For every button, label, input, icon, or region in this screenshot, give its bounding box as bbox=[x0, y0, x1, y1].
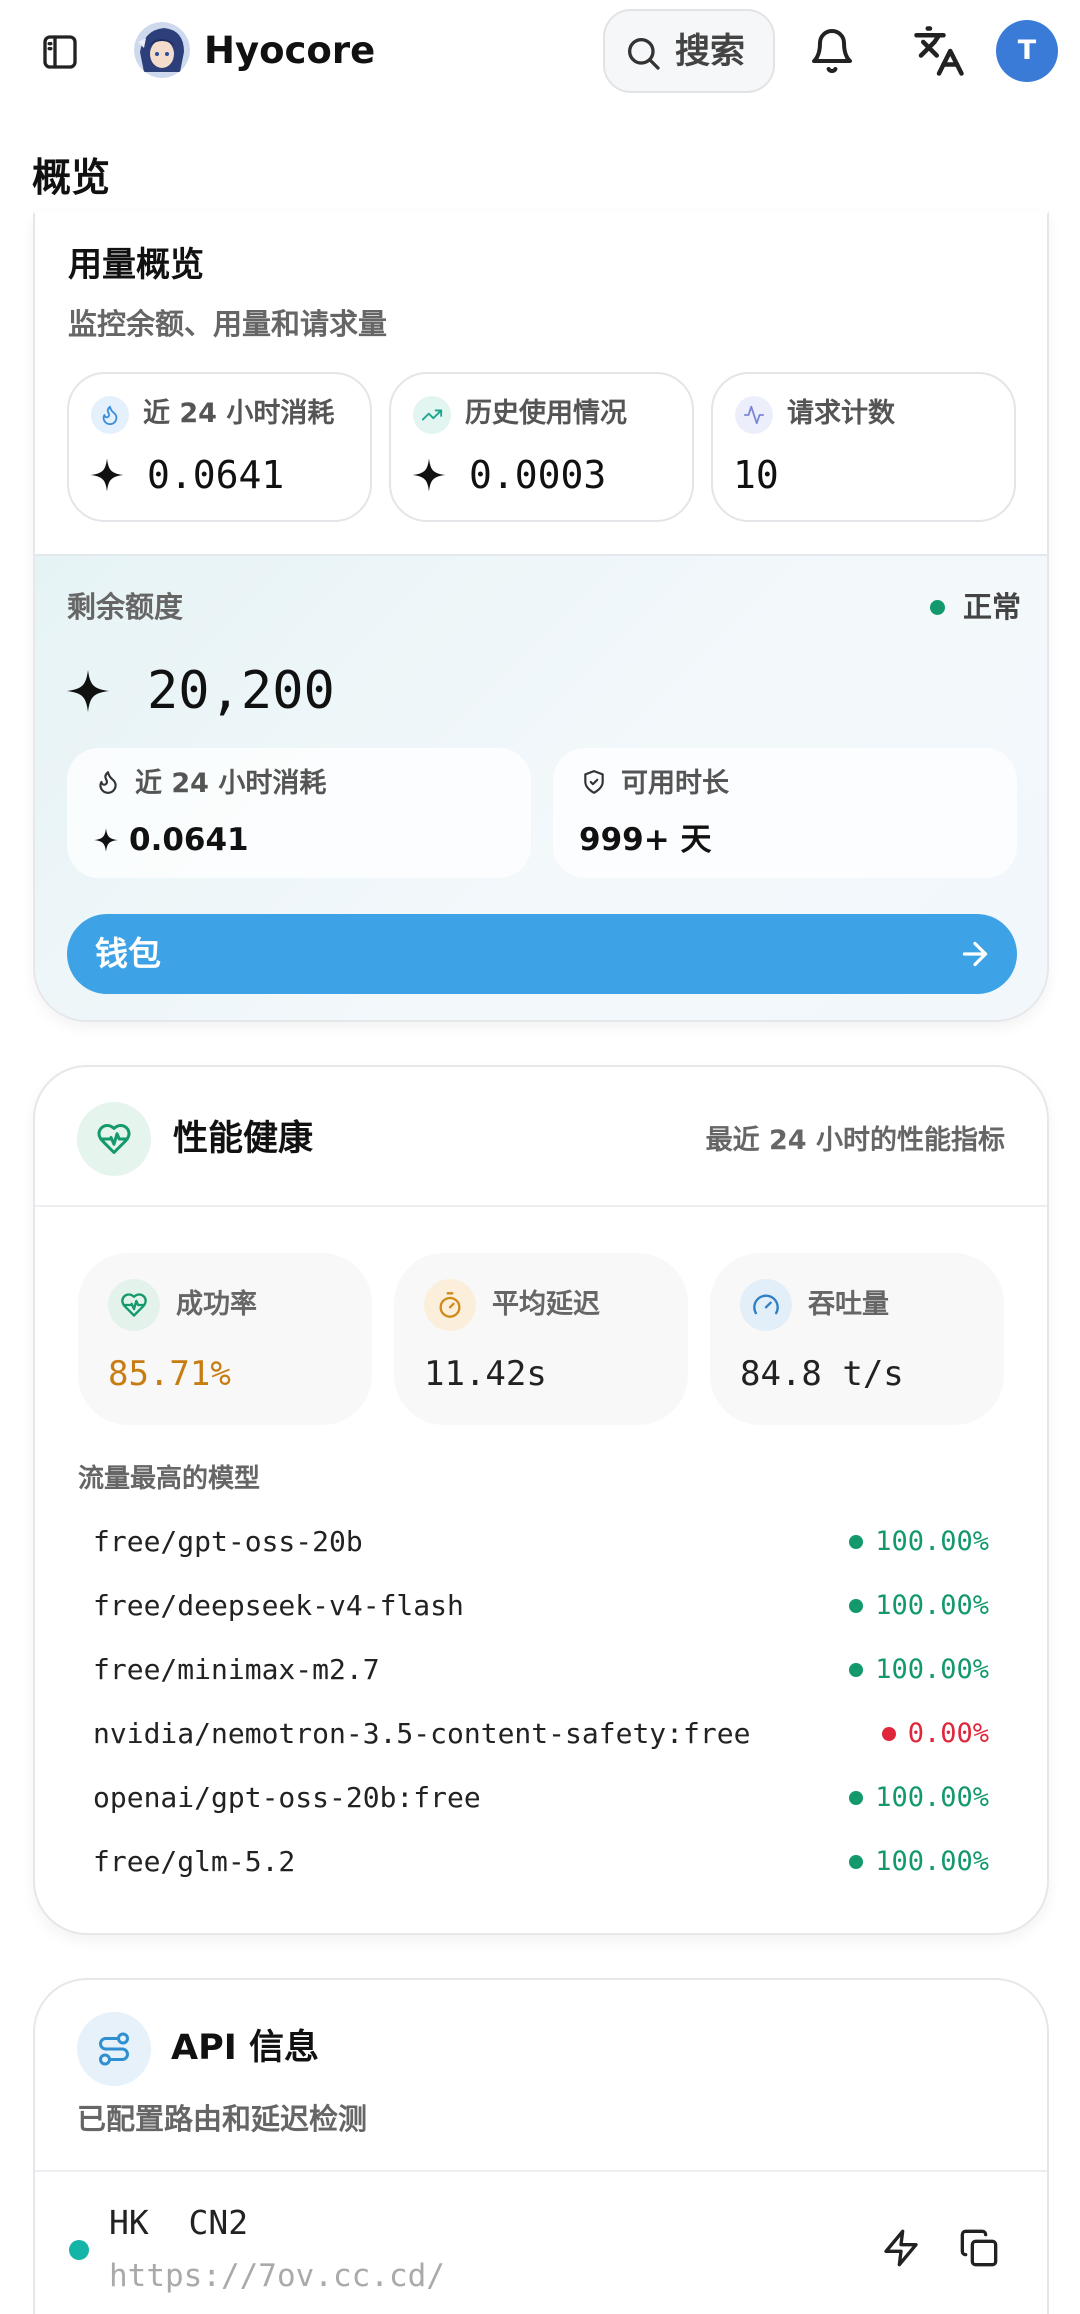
api-title: API 信息 bbox=[171, 2028, 319, 2068]
search-label: 搜索 bbox=[675, 32, 746, 72]
stat-label: 历史使用情况 bbox=[465, 398, 627, 429]
model-row: free/gpt-oss-20b 100.00% bbox=[93, 1517, 989, 1567]
performance-header: 性能健康 最近 24 小时的性能指标 bbox=[35, 1067, 1047, 1207]
status-dot bbox=[849, 1663, 864, 1677]
model-row: free/minimax-m2.7 100.00% bbox=[93, 1645, 989, 1695]
api-subtitle: 已配置路由和延迟检测 bbox=[77, 2102, 368, 2136]
consumption-label: 近 24 小时消耗 bbox=[135, 768, 327, 799]
balance-section: 剩余额度 正常 20,200 近 24 小时消耗 0.0641 可用时长 999… bbox=[35, 554, 1047, 1020]
top-bar: Hyocore 搜索 T bbox=[0, 0, 1080, 102]
activity-icon bbox=[735, 396, 773, 434]
model-rate: 100.00% bbox=[849, 1649, 989, 1691]
status-dot bbox=[881, 1727, 896, 1741]
metric-value: 11.42s bbox=[424, 1354, 547, 1394]
arrow-right-icon bbox=[962, 941, 988, 967]
status-dot bbox=[849, 1791, 864, 1805]
credit-sparkle-icon bbox=[66, 669, 110, 713]
heart-pulse-icon bbox=[77, 1102, 151, 1176]
metric-success-rate: 成功率 85.71% bbox=[78, 1253, 372, 1425]
performance-title: 性能健康 bbox=[173, 1119, 314, 1159]
model-row: free/glm-5.2 100.00% bbox=[93, 1837, 989, 1887]
status-dot bbox=[929, 599, 945, 615]
duration-value: 999+ 天 bbox=[579, 822, 712, 858]
performance-card: 性能健康 最近 24 小时的性能指标 成功率 85.71% 平均延迟 11.42… bbox=[33, 1065, 1049, 1935]
usage-subtitle: 监控余额、用量和请求量 bbox=[68, 307, 388, 341]
divider bbox=[35, 2170, 1047, 2172]
status-dot bbox=[849, 1855, 864, 1869]
top-models-title: 流量最高的模型 bbox=[78, 1464, 261, 1494]
translate-icon[interactable] bbox=[912, 24, 966, 82]
search-icon bbox=[628, 38, 660, 70]
consumption-value: 0.0641 bbox=[93, 818, 249, 862]
sidebar-toggle-icon[interactable] bbox=[40, 32, 80, 72]
wallet-button[interactable]: 钱包 bbox=[67, 914, 1017, 994]
flame-icon bbox=[99, 771, 117, 794]
route-url[interactable]: https://7ov.cc.cd/ bbox=[109, 2254, 445, 2298]
status-dot bbox=[849, 1599, 864, 1613]
model-rate: 100.00% bbox=[849, 1841, 989, 1883]
latency-test-icon[interactable] bbox=[881, 2228, 921, 2272]
credit-sparkle-icon bbox=[412, 458, 446, 492]
stat-value: 10 bbox=[733, 453, 779, 497]
model-name: free/gpt-oss-20b bbox=[93, 1525, 363, 1558]
model-row: free/deepseek-v4-flash 100.00% bbox=[93, 1581, 989, 1631]
gauge-icon bbox=[740, 1279, 792, 1331]
duration-label: 可用时长 bbox=[621, 768, 729, 799]
wallet-label: 钱包 bbox=[95, 934, 161, 973]
status-dot bbox=[849, 1535, 864, 1549]
metric-throughput: 吞吐量 84.8 t/s bbox=[710, 1253, 1004, 1425]
model-name: free/minimax-m2.7 bbox=[93, 1653, 380, 1686]
status-badge: 正常 bbox=[929, 586, 1021, 628]
route-status-dot bbox=[69, 2240, 89, 2260]
stopwatch-icon bbox=[424, 1279, 476, 1331]
stat-label: 近 24 小时消耗 bbox=[143, 398, 335, 429]
route-icon bbox=[77, 2012, 151, 2086]
metric-label: 平均延迟 bbox=[492, 1289, 600, 1320]
metric-value: 84.8 t/s bbox=[740, 1354, 904, 1394]
stat-request-count: 请求计数 10 bbox=[711, 372, 1016, 522]
model-name: openai/gpt-oss-20b:free bbox=[93, 1781, 481, 1814]
stat-label: 请求计数 bbox=[787, 398, 895, 429]
page-title: 概览 bbox=[32, 156, 111, 201]
model-rate: 100.00% bbox=[849, 1777, 989, 1819]
usage-overview-card: 用量概览 监控余额、用量和请求量 近 24 小时消耗 0.0641 历史使用情况… bbox=[33, 212, 1049, 1022]
metric-avg-latency: 平均延迟 11.42s bbox=[394, 1253, 688, 1425]
api-info-card: API 信息 已配置路由和延迟检测 HK CN2 https://7ov.cc.… bbox=[33, 1978, 1049, 2314]
model-name: free/deepseek-v4-flash bbox=[93, 1589, 464, 1622]
metric-label: 成功率 bbox=[176, 1289, 257, 1320]
model-rate: 100.00% bbox=[849, 1585, 989, 1627]
user-avatar[interactable]: T bbox=[996, 20, 1058, 82]
model-rate: 100.00% bbox=[849, 1521, 989, 1563]
brand-logo bbox=[134, 22, 190, 78]
status-text: 正常 bbox=[962, 590, 1021, 624]
metric-label: 吞吐量 bbox=[808, 1289, 889, 1320]
balance-label: 剩余额度 bbox=[67, 590, 184, 624]
model-row: openai/gpt-oss-20b:free 100.00% bbox=[93, 1773, 989, 1823]
performance-subtitle: 最近 24 小时的性能指标 bbox=[705, 1125, 1005, 1156]
balance-value: 20,200 bbox=[65, 656, 335, 726]
model-row: nvidia/nemotron-3.5-content-safety:free … bbox=[93, 1709, 989, 1759]
model-rate: 0.00% bbox=[881, 1713, 989, 1755]
copy-icon[interactable] bbox=[959, 2228, 999, 2272]
flame-icon bbox=[91, 396, 129, 434]
metric-value: 85.71% bbox=[108, 1354, 231, 1394]
balance-duration-box: 可用时长 999+ 天 bbox=[553, 748, 1017, 878]
trending-up-icon bbox=[413, 396, 451, 434]
route-name: HK CN2 bbox=[109, 2203, 249, 2242]
model-name: nvidia/nemotron-3.5-content-safety:free bbox=[93, 1717, 751, 1750]
credit-sparkle-icon bbox=[90, 458, 124, 492]
search-button[interactable]: 搜索 bbox=[603, 9, 775, 93]
stat-history-usage: 历史使用情况 0.0003 bbox=[389, 372, 694, 522]
credit-sparkle-icon bbox=[94, 828, 118, 852]
brand-name[interactable]: Hyocore bbox=[204, 26, 375, 76]
stat-value: 0.0003 bbox=[411, 448, 606, 502]
stat-24h-consumption: 近 24 小时消耗 0.0641 bbox=[67, 372, 372, 522]
heart-pulse-icon bbox=[108, 1279, 160, 1331]
notifications-icon[interactable] bbox=[808, 26, 856, 80]
shield-check-icon bbox=[584, 770, 604, 794]
balance-consumption-box: 近 24 小时消耗 0.0641 bbox=[67, 748, 531, 878]
model-name: free/glm-5.2 bbox=[93, 1845, 296, 1878]
usage-title: 用量概览 bbox=[68, 245, 204, 285]
stat-value: 0.0641 bbox=[89, 448, 284, 502]
